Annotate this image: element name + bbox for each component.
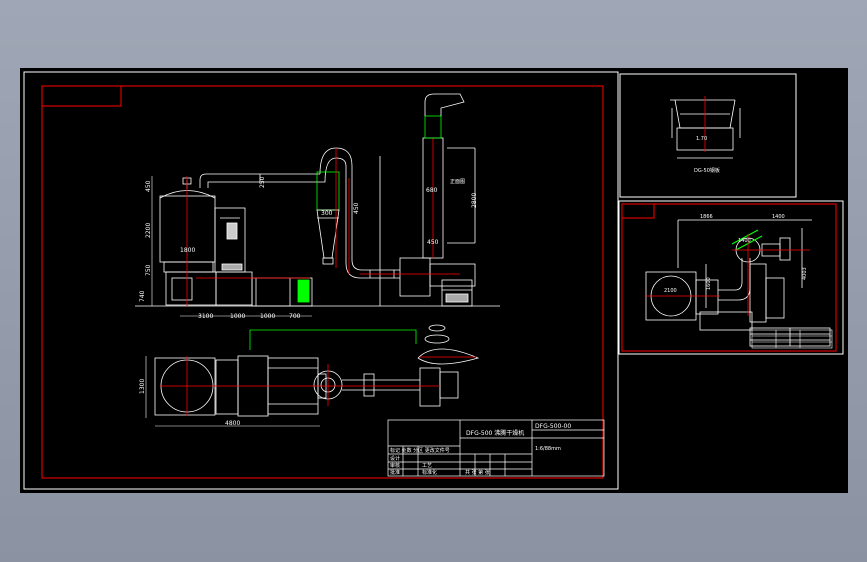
side-dim-4: 1400 bbox=[738, 238, 751, 244]
filter-block bbox=[297, 279, 310, 303]
side-dim-3: 1600 bbox=[706, 277, 712, 290]
cad-drawing: 450 2200 750 740 250 300 450 680 450 280… bbox=[23, 71, 844, 490]
dim-bottom-2: 1000 bbox=[260, 313, 275, 320]
dryer-base bbox=[163, 261, 214, 273]
dryer-dome bbox=[159, 190, 216, 199]
plan-dim-bottom: 4800 bbox=[225, 420, 240, 427]
detail-top-panel bbox=[619, 73, 797, 198]
detail-top-label: DG-50钢板 bbox=[694, 167, 720, 174]
leader-line bbox=[249, 329, 417, 350]
dim-left-0: 450 bbox=[145, 180, 152, 192]
title-block-drawing-no: DFG-500-00 bbox=[535, 423, 571, 430]
title-block-row-6: 共 张 第 张 bbox=[465, 469, 490, 476]
dim-left-3: 740 bbox=[139, 290, 146, 302]
side-dim-5: 2100 bbox=[664, 288, 677, 294]
title-block-row-4: 批准 bbox=[390, 469, 400, 476]
dim-top-3: 680 bbox=[426, 187, 438, 194]
dim-top-5: 2800 bbox=[471, 193, 478, 208]
title-block-row-5: 标准化 bbox=[422, 469, 437, 476]
plan-view bbox=[154, 324, 480, 417]
dim-1800: 1800 bbox=[180, 247, 195, 254]
detail-side-panel bbox=[618, 200, 844, 355]
main-red-border bbox=[41, 85, 604, 479]
plan-dim-left: 1300 bbox=[139, 379, 146, 394]
corner-mark bbox=[42, 86, 122, 107]
dryer-plan-body bbox=[154, 357, 216, 416]
detail-side-centerlines bbox=[646, 234, 810, 316]
stack-plan bbox=[417, 348, 480, 365]
dim-left-2: 750 bbox=[145, 264, 152, 276]
fan-plan bbox=[419, 367, 441, 407]
dim-bottom-3: 700 bbox=[289, 313, 301, 320]
dim-bottom-1: 1000 bbox=[230, 313, 245, 320]
side-title-block bbox=[751, 329, 833, 349]
elevation-label: 正面图 bbox=[450, 179, 465, 185]
side-dim-0: 1866 bbox=[700, 214, 713, 220]
main-panel-frame bbox=[23, 71, 619, 490]
fan-housing bbox=[399, 257, 431, 297]
title-block-title: DFG-500 沸腾干燥机 bbox=[466, 429, 524, 437]
title-block-row-1: 设计 bbox=[390, 455, 400, 462]
side-dim-2: 4003 bbox=[802, 267, 808, 280]
title-block-row-0: 标记 处数 分区 更改文件号 bbox=[390, 447, 450, 454]
dim-top-1: 300 bbox=[321, 210, 333, 217]
title-block-scale: 1:6/88mm bbox=[535, 446, 561, 452]
dim-bottom-0: 3100 bbox=[198, 313, 213, 320]
dim-top-0: 250 bbox=[259, 176, 266, 188]
dim-top-2: 450 bbox=[353, 202, 360, 214]
title-block-row-3: 工艺 bbox=[422, 463, 432, 469]
dim-top-4: 450 bbox=[427, 239, 439, 246]
side-dim-1: 1400 bbox=[772, 214, 785, 220]
title-block-row-2: 审核 bbox=[390, 462, 400, 469]
plan-dimensions: 1300 4800 bbox=[139, 356, 320, 427]
detail-top-dim: 1.70 bbox=[696, 136, 707, 142]
dim-left-1: 2200 bbox=[145, 223, 152, 238]
fan-motor bbox=[429, 263, 476, 287]
detail-side-corner bbox=[622, 204, 655, 219]
stack-cap bbox=[424, 93, 465, 116]
drawing-sheet: 450 2200 750 740 250 300 450 680 450 280… bbox=[20, 68, 848, 493]
